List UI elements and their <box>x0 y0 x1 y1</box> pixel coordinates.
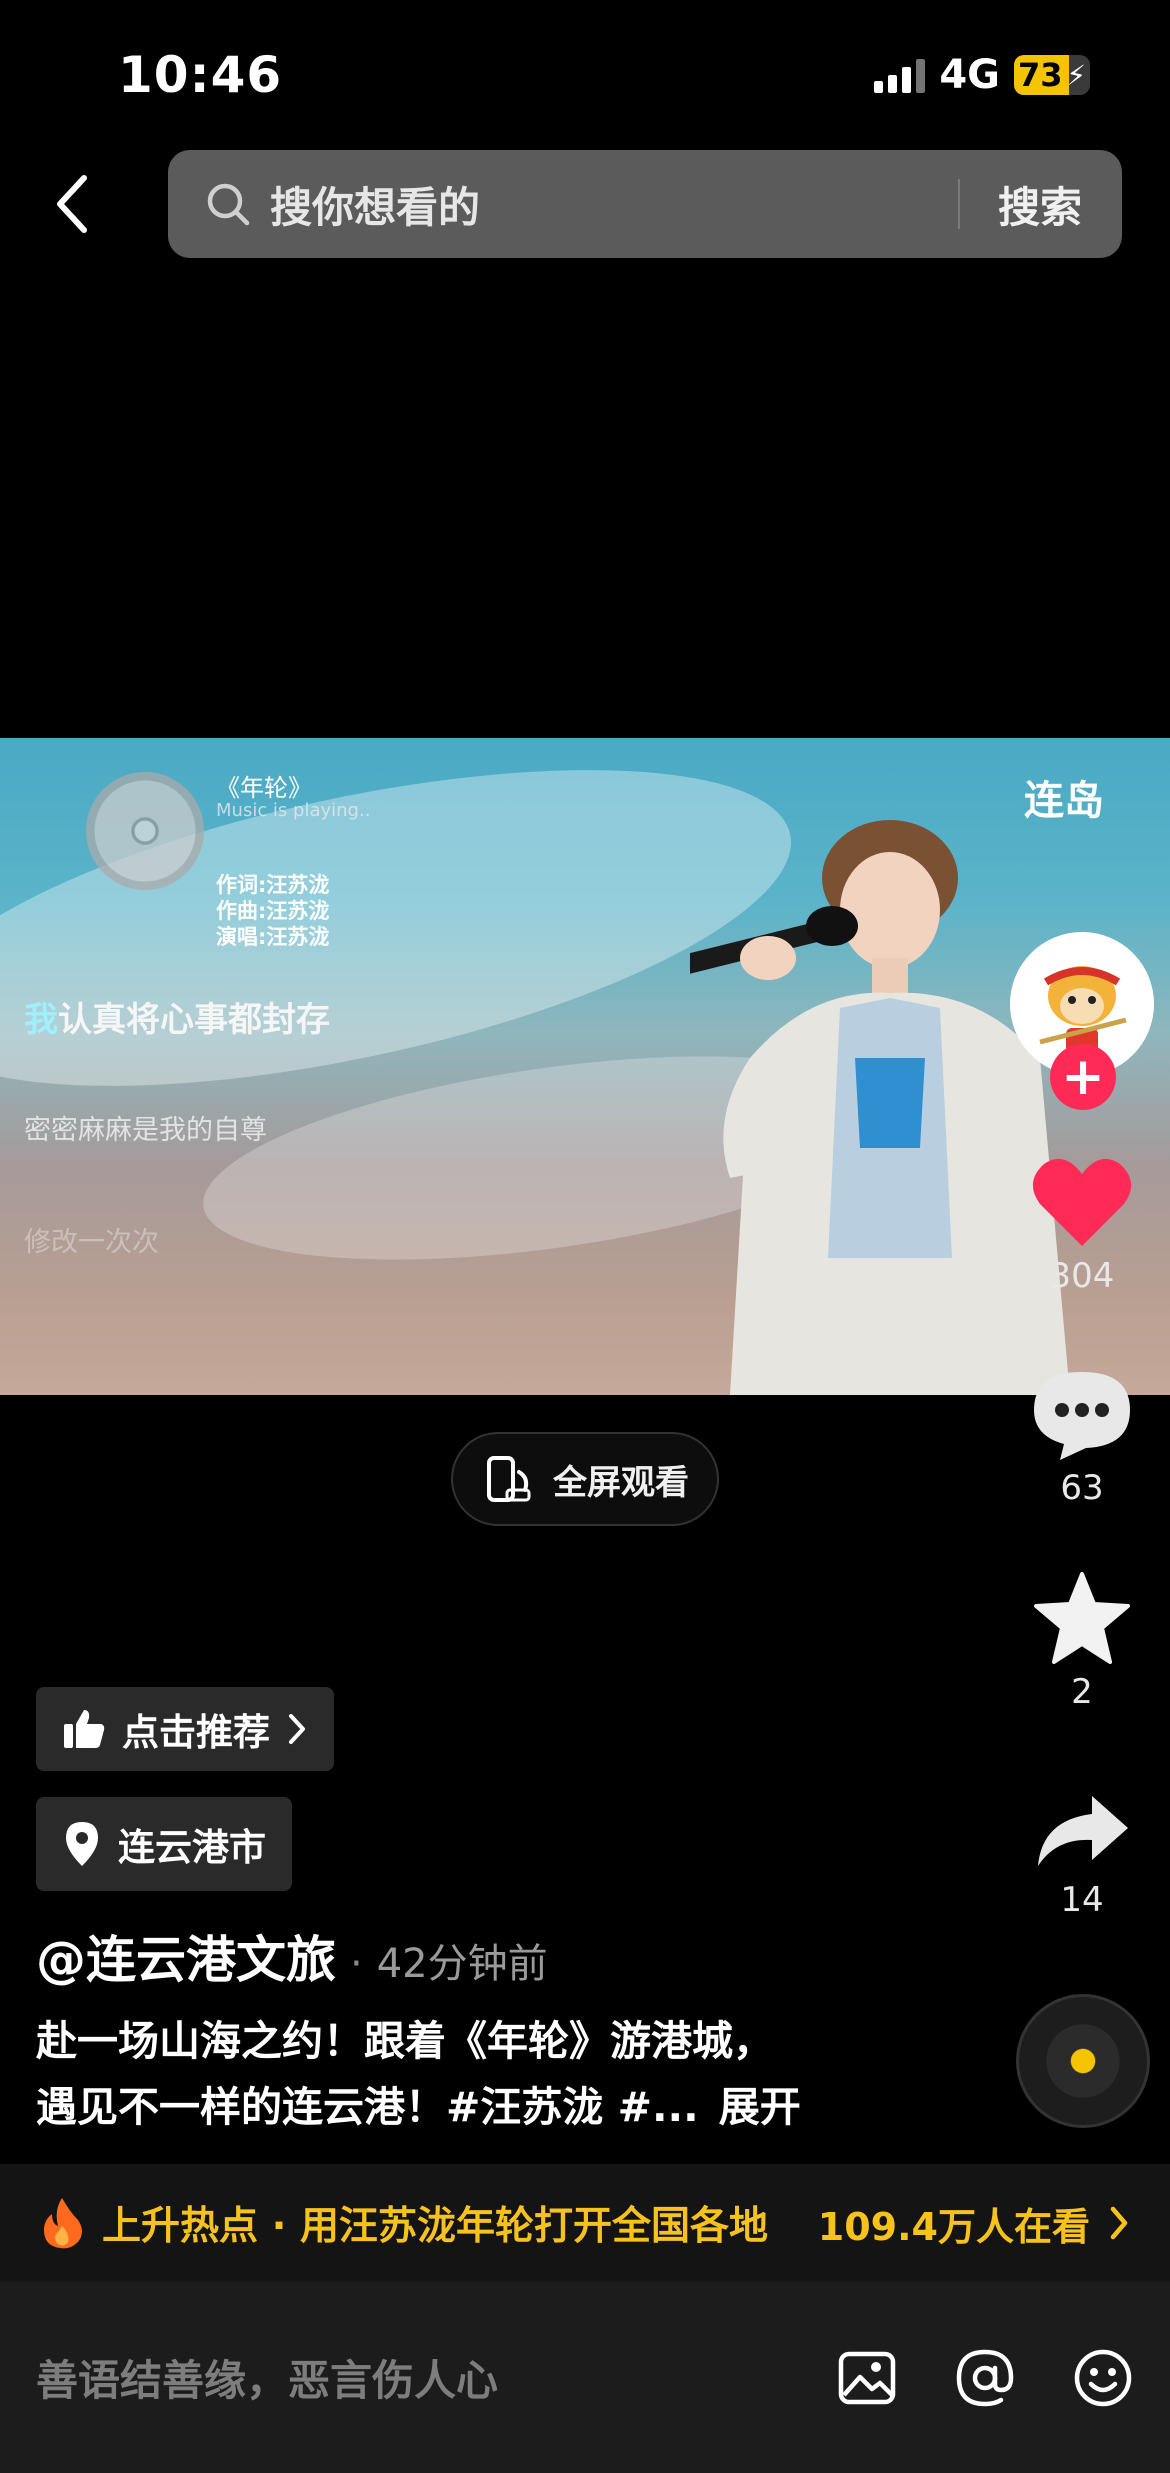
network-type: 4G <box>939 52 1000 98</box>
smiley-icon <box>1074 2349 1132 2406</box>
location-button[interactable]: 连云港市 <box>36 1797 292 1891</box>
credit-singer: 演唱:汪苏泷 <box>216 925 330 949</box>
singer-figure <box>690 820 1070 1395</box>
search-bar[interactable]: 搜你想看的 搜索 <box>168 150 1122 258</box>
rotate-screen-icon <box>487 1456 531 1502</box>
share-button[interactable]: 14 <box>1020 1790 1144 1920</box>
expand-link[interactable]: 展开 <box>719 2083 801 2131</box>
description-line: 赴一场山海之约！跟着《年轮》游港城， <box>36 2017 774 2065</box>
song-title: 《年轮》 <box>216 774 312 802</box>
search-input[interactable]: 搜你想看的 <box>270 174 958 235</box>
status-indicators: 4G 73 ⚡ <box>874 52 1090 98</box>
search-button[interactable]: 搜索 <box>960 174 1122 235</box>
star-icon <box>1034 1572 1130 1664</box>
comment-bubble-icon <box>1034 1372 1130 1460</box>
lyric-highlight: 我 <box>24 1000 58 1040</box>
description-text: 遇见不一样的连云港！#汪苏泷 #... <box>36 2083 699 2131</box>
chevron-left-icon <box>57 175 87 233</box>
battery-percent: 73 <box>1018 56 1063 94</box>
author-name[interactable]: @连云港文旅 <box>36 1920 336 1992</box>
image-icon <box>838 2351 896 2404</box>
lyric-current-rest: 认真将心事都封存 <box>58 1000 330 1040</box>
chevron-right-icon <box>1110 2206 1128 2240</box>
comment-button[interactable]: 63 <box>1020 1366 1144 1508</box>
like-button[interactable]: 304 <box>1020 1154 1144 1296</box>
song-status: Music is playing.. <box>216 800 371 821</box>
lyric-current: 我认真将心事都封存 <box>24 992 330 1041</box>
fullscreen-label: 全屏观看 <box>553 1462 689 1503</box>
chevron-right-icon <box>289 1714 305 1744</box>
hot-viewers: 109.4万人在看 <box>817 2204 1090 2249</box>
vinyl-disc-icon <box>86 772 204 890</box>
description-line: 遇见不一样的连云港！#汪苏泷 #... 展开 <box>36 2074 936 2140</box>
recommend-label: 点击推荐 <box>122 1711 270 1754</box>
separator-dot: · <box>350 1941 363 1987</box>
battery-icon: 73 ⚡ <box>1014 55 1090 95</box>
post-time: 42分钟前 <box>376 1941 548 1987</box>
like-count: 304 <box>1049 1256 1115 1296</box>
fullscreen-button[interactable]: 全屏观看 <box>451 1432 719 1526</box>
emoji-button[interactable] <box>1072 2347 1134 2409</box>
comment-bar: 善语结善缘，恶言伤人心 <box>0 2282 1170 2473</box>
author-line: @连云港文旅 · 42分钟前 <box>36 1920 548 1992</box>
lyric-faded: 修改一次次 <box>24 1227 159 1258</box>
song-credits: 作词:汪苏泷 作曲:汪苏泷 演唱:汪苏泷 <box>216 872 329 950</box>
at-sign-icon <box>956 2349 1014 2406</box>
fire-icon <box>44 2198 82 2249</box>
status-time: 10:46 <box>118 46 283 104</box>
comment-count: 63 <box>1060 1468 1104 1508</box>
thumbs-up-icon <box>64 1710 105 1748</box>
video-player[interactable]: 《年轮》 Music is playing.. 作词:汪苏泷 作曲:汪苏泷 演唱… <box>0 738 1170 1395</box>
back-button[interactable] <box>44 168 100 240</box>
favorite-count: 2 <box>1071 1672 1093 1712</box>
share-arrow-icon <box>1038 1796 1128 1866</box>
location-pin-icon <box>66 1822 98 1866</box>
location-label: 连云港市 <box>118 1826 266 1869</box>
hot-topic-text: 上升热点 · 用汪苏泷年轮打开全国各地 <box>102 2204 768 2249</box>
charging-icon: ⚡ <box>1066 59 1086 92</box>
follow-button[interactable]: + <box>1050 1044 1116 1110</box>
signal-icon <box>874 57 926 93</box>
share-count: 14 <box>1060 1880 1104 1920</box>
credit-lyricist: 作词:汪苏泷 <box>216 873 330 897</box>
credit-composer: 作曲:汪苏泷 <box>216 899 330 923</box>
mention-button[interactable] <box>954 2347 1016 2409</box>
hot-topic-banner[interactable]: 上升热点 · 用汪苏泷年轮打开全国各地 109.4万人在看 <box>0 2164 1170 2282</box>
heart-icon <box>1032 1158 1132 1246</box>
music-disc-button[interactable] <box>1016 1994 1150 2128</box>
post-description[interactable]: 赴一场山海之约！跟着《年轮》游港城， 遇见不一样的连云港！#汪苏泷 #... 展开 <box>36 2008 936 2140</box>
lyric-next: 密密麻麻是我的自尊 <box>24 1115 267 1146</box>
comment-input[interactable]: 善语结善缘，恶言伤人心 <box>36 2347 836 2408</box>
image-button[interactable] <box>836 2347 898 2409</box>
recommend-button[interactable]: 点击推荐 <box>36 1687 334 1771</box>
favorite-button[interactable]: 2 <box>1020 1570 1144 1712</box>
search-icon <box>207 183 250 226</box>
